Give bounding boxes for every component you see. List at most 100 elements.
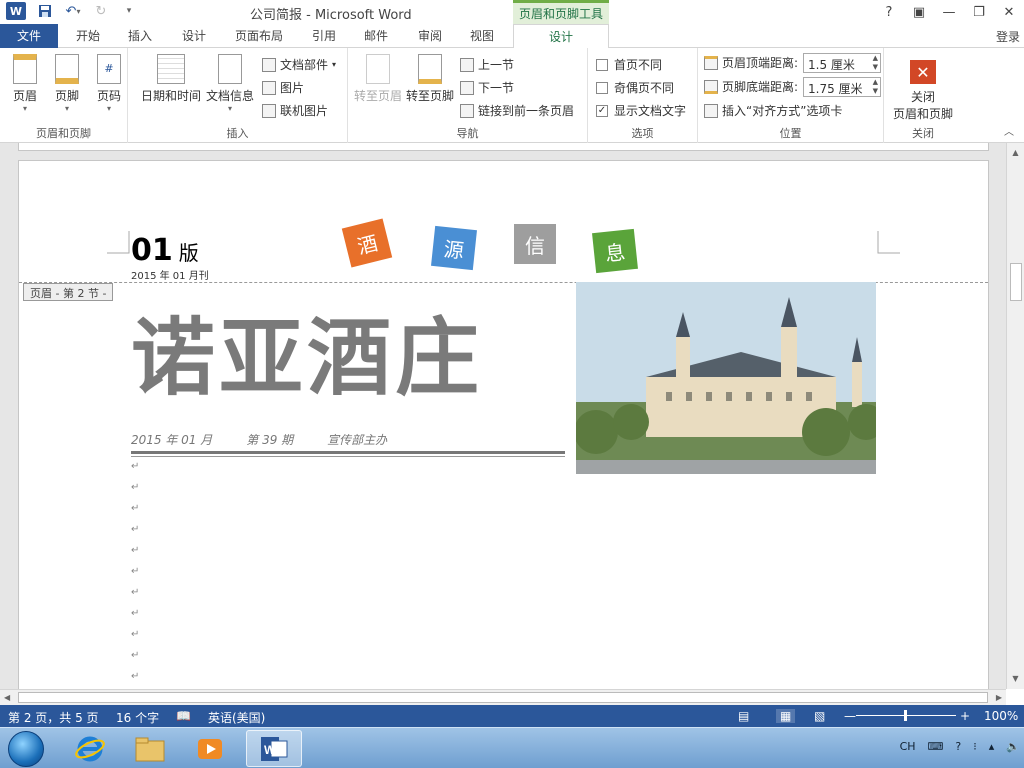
word-app-icon[interactable]: W [6,2,26,20]
tab-view[interactable]: 视图 [458,24,506,48]
link-to-previous-button[interactable]: 链接到前一条页眉 [460,102,574,119]
document-info-icon [218,54,242,84]
context-tool-title: 页眉和页脚工具 [513,0,609,24]
word-taskbar-icon[interactable]: W [246,730,302,767]
scroll-down-icon[interactable]: ▼ [1007,671,1024,687]
tab-page-layout[interactable]: 页面布局 [226,24,292,48]
spinner-arrows-icon[interactable]: ▲ ▼ [873,54,878,72]
scroll-left-icon[interactable]: ◀ [4,690,10,705]
tile-4: 息 [592,228,638,274]
internet-explorer-icon[interactable] [62,730,118,767]
status-bar: 第 2 页，共 5 页 16 个字 📖 英语(美国) ▤ ▦ ▧ — + 100… [0,705,1024,727]
tile-2: 源 [431,225,477,271]
tab-hf-design[interactable]: 设计 [513,24,609,49]
zoom-out-icon[interactable]: — [844,709,856,723]
save-icon[interactable] [36,2,54,20]
goto-footer-button[interactable]: 转至页脚 [404,54,456,104]
zoom-slider-knob[interactable] [904,710,907,721]
vertical-scrollbar[interactable]: ▲ ▼ [1006,143,1024,689]
paragraph-mark: ↵ [131,566,140,577]
next-section-button[interactable]: 下一节 [460,79,514,96]
file-explorer-icon[interactable] [122,730,178,767]
help-icon[interactable]: ? [874,0,904,24]
page-number-button[interactable]: # 页码 ▾ [86,54,132,113]
picture-button[interactable]: 图片 [262,79,304,96]
word-count[interactable]: 16 个字 [116,709,159,726]
date-time-button[interactable]: 日期和时间 [138,54,204,104]
start-button[interactable] [8,731,44,767]
document-page[interactable]: 01 版 2015 年 01 月刊 酒 源 信 息 页眉 - 第 2 节 - 诺亚… [18,160,989,689]
footer-bottom-input[interactable]: 1.75 厘米 ▲ ▼ [803,77,881,97]
tray-settings-icon[interactable]: ⁝ [973,740,977,753]
zoom-in-icon[interactable]: + [960,709,970,723]
zoom-slider[interactable] [856,710,956,721]
paragraph-mark: ↵ [131,629,140,640]
volume-icon[interactable]: 🔈 [1006,740,1020,753]
horizontal-scroll-thumb[interactable] [18,692,988,703]
different-odd-even-checkbox[interactable]: 奇偶页不同 [596,79,674,96]
close-header-footer-button[interactable]: ✕ 关闭 页眉和页脚 [884,60,962,122]
zoom-level[interactable]: 100% [984,709,1018,723]
tab-design[interactable]: 设计 [170,24,218,48]
footer-button[interactable]: 页脚 ▾ [44,54,90,113]
goto-footer-icon [418,54,442,84]
input-language[interactable]: CH [900,740,916,753]
restore-icon[interactable]: ❐ [964,0,994,24]
tab-insert[interactable]: 插入 [116,24,164,48]
keyboard-icon[interactable]: ⌨ [928,740,944,753]
page-count[interactable]: 第 2 页，共 5 页 [8,709,99,726]
different-first-page-checkbox[interactable]: 首页不同 [596,56,662,73]
svg-text:W: W [264,743,276,757]
footer-position-icon [704,79,718,94]
header-section-label: 页眉 - 第 2 节 - [23,283,114,301]
tile-3: 信 [514,224,556,264]
sign-in-link[interactable]: 登录 [996,28,1020,45]
customize-qat-icon[interactable]: ▾ [120,2,138,20]
tab-references[interactable]: 引用 [300,24,348,48]
document-area[interactable]: 01 版 2015 年 01 月刊 酒 源 信 息 页眉 - 第 2 节 - 诺亚… [0,143,1024,689]
media-player-icon[interactable] [182,730,238,767]
header-top-input[interactable]: 1.5 厘米 ▲ ▼ [803,53,881,73]
scroll-thumb[interactable] [1010,263,1022,301]
tab-file[interactable]: 文件 [0,24,58,48]
show-hidden-icons-icon[interactable]: ▴ [989,740,995,753]
header-button[interactable]: 页眉 ▾ [2,54,48,113]
spinner-arrows-icon[interactable]: ▲ ▼ [873,78,878,96]
close-icon[interactable]: ✕ [994,0,1024,24]
proofing-icon[interactable]: 📖 [176,709,191,723]
previous-section-button[interactable]: 上一节 [460,56,514,73]
header-top-label: 页眉顶端距离: [704,54,798,71]
tab-mailings[interactable]: 邮件 [352,24,400,48]
horizontal-scrollbar[interactable]: ◀ ▶ [0,689,1006,705]
redo-icon[interactable]: ↻ [92,2,110,20]
tab-review[interactable]: 审阅 [406,24,454,48]
collapse-ribbon-icon[interactable]: ︿ [1004,123,1014,138]
chateau-photo[interactable] [576,282,876,474]
online-picture-button[interactable]: 联机图片 [262,102,328,119]
scroll-right-icon[interactable]: ▶ [996,690,1002,705]
minimize-icon[interactable]: — [934,0,964,24]
tab-home[interactable]: 开始 [64,24,112,48]
paragraph-mark: ↵ [131,482,140,493]
quick-parts-button[interactable]: 文档部件 ▾ [262,56,336,73]
help-tray-icon[interactable]: ? [955,740,961,753]
undo-icon[interactable]: ↶ ▾ [64,2,82,20]
window-title: 公司简报 - Microsoft Word [250,8,412,23]
document-info-button[interactable]: 文档信息 ▾ [204,54,256,113]
system-tray: CH ⌨ ? ⁝ ▴ 🔈 [900,740,1020,753]
language-indicator[interactable]: 英语(美国) [208,709,265,726]
show-document-text-checkbox[interactable]: ✓ 显示文档文字 [596,102,686,119]
web-layout-icon[interactable]: ▧ [814,709,825,723]
footer-icon [55,54,79,84]
paragraph-mark: ↵ [131,545,140,556]
quick-access-toolbar: W ↶ ▾ ↻ ▾ [6,2,138,20]
online-picture-icon [262,103,276,118]
ribbon-display-options-icon[interactable]: ▣ [904,0,934,24]
group-navigation: 转至页眉 转至页脚 上一节 下一节 链接到前一条页眉 导航 [348,48,588,143]
group-insert: 日期和时间 文档信息 ▾ 文档部件 ▾ 图片 联机图片 插入 [128,48,348,143]
goto-header-button[interactable]: 转至页眉 [352,54,404,104]
print-layout-icon[interactable]: ▦ [776,709,796,723]
read-mode-icon[interactable]: ▤ [738,709,749,723]
insert-alignment-tab-button[interactable]: 插入“对齐方式”选项卡 [704,102,842,119]
scroll-up-icon[interactable]: ▲ [1007,145,1024,161]
